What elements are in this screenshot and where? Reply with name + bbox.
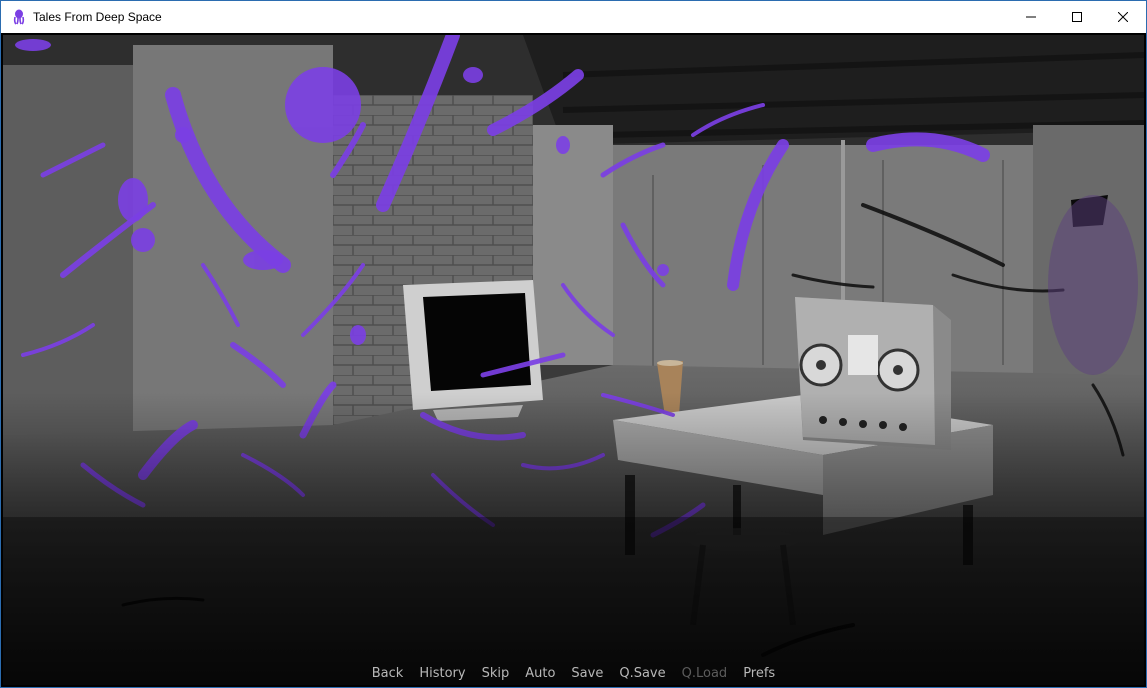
game-window: Tales From Deep Space Back History Skip … xyxy=(0,0,1147,688)
maximize-icon xyxy=(1072,12,1082,22)
purple-creature-icon xyxy=(13,9,25,25)
quick-menu: Back History Skip Auto Save Q.Save Q.Loa… xyxy=(3,663,1144,683)
maximize-button[interactable] xyxy=(1054,1,1100,33)
quick-save-button[interactable]: Q.Save xyxy=(611,666,673,681)
game-viewport[interactable]: Back History Skip Auto Save Q.Save Q.Loa… xyxy=(3,35,1144,685)
save-button[interactable]: Save xyxy=(563,666,611,681)
dialogue-box xyxy=(3,517,1144,685)
skip-button[interactable]: Skip xyxy=(474,666,518,681)
back-button[interactable]: Back xyxy=(364,666,412,681)
prefs-button[interactable]: Prefs xyxy=(735,666,783,681)
quick-load-button[interactable]: Q.Load xyxy=(674,666,736,681)
close-button[interactable] xyxy=(1100,1,1146,33)
close-icon xyxy=(1118,12,1128,22)
basement-scene xyxy=(3,35,1144,685)
auto-button[interactable]: Auto xyxy=(517,666,563,681)
minimize-button[interactable] xyxy=(1008,1,1054,33)
history-button[interactable]: History xyxy=(411,666,473,681)
window-controls xyxy=(1008,1,1146,33)
minimize-icon xyxy=(1026,16,1036,18)
window-title: Tales From Deep Space xyxy=(33,10,162,24)
title-bar[interactable]: Tales From Deep Space xyxy=(1,1,1146,33)
